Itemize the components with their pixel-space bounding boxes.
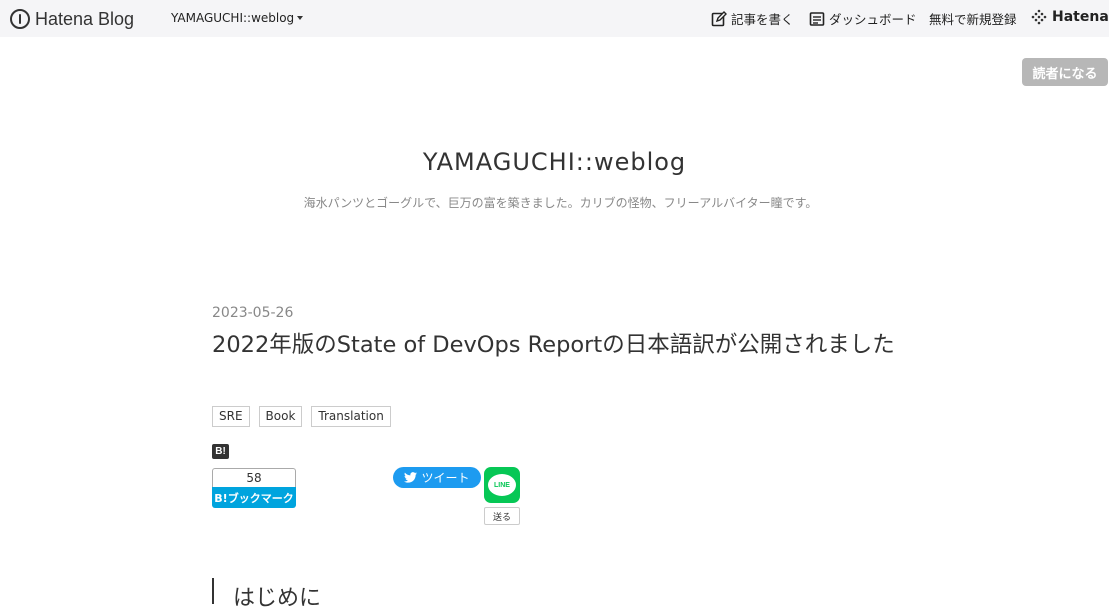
hatena-blog-icon [10,9,30,29]
hatena-label: Hatena [1052,9,1109,25]
blog-title[interactable]: YAMAGUCHI::weblog [0,148,1109,176]
entry-date[interactable]: 2023-05-26 [212,305,293,321]
hatena-bookmark-button[interactable]: 58 B!ブックマーク [212,468,296,508]
dashboard-link[interactable]: ダッシュボード [809,9,917,28]
brand-text: Hatena Blog [35,8,135,29]
hatena-blog-logo[interactable]: Hatena Blog [10,7,134,31]
tweet-button[interactable]: ツイート [393,467,481,488]
signup-label: 無料で新規登録 [929,12,1017,27]
write-entry-link[interactable]: 記事を書く [711,9,794,28]
entry-tags: SRE Book Translation [212,406,391,427]
hatena-menu[interactable]: Hatena [1031,9,1109,25]
tweet-label: ツイート [421,471,470,485]
tag-sre[interactable]: SRE [212,406,250,427]
blog-switcher[interactable]: YAMAGUCHI::weblog [171,11,304,25]
dashboard-icon [809,11,825,26]
hatena-dots-icon [1031,9,1047,25]
global-header: Hatena Blog YAMAGUCHI::weblog 記事を書く ダッシュ… [0,0,1109,37]
bookmark-count[interactable]: 58 [212,468,296,487]
write-entry-label: 記事を書く [731,12,794,27]
line-icon: LINE [488,474,516,496]
blog-switcher-label: YAMAGUCHI::weblog [171,11,295,25]
blog-description: 海水パンツとゴーグルで、巨万の富を築きました。カリブの怪物、フリーアルバイター瞳… [303,196,818,210]
caret-down-icon [297,16,304,20]
edit-icon [711,10,727,26]
line-share-button[interactable]: LINE [484,467,520,503]
dashboard-label: ダッシュボード [829,12,917,27]
twitter-bird-icon [404,472,418,483]
line-send-label[interactable]: 送る [484,507,520,525]
tag-book[interactable]: Book [258,406,303,427]
bookmark-label: B!ブックマーク [212,487,296,508]
tag-translation[interactable]: Translation [311,406,391,427]
signup-link[interactable]: 無料で新規登録 [929,9,1017,28]
hatena-bookmark-icon[interactable]: B! [212,444,229,459]
subscribe-button[interactable]: 読者になる [1022,58,1108,86]
entry-title[interactable]: 2022年版のState of DevOps Reportの日本語訳が公開されま… [212,330,912,360]
section-heading-bar [212,578,214,604]
section-heading: はじめに [233,586,322,611]
